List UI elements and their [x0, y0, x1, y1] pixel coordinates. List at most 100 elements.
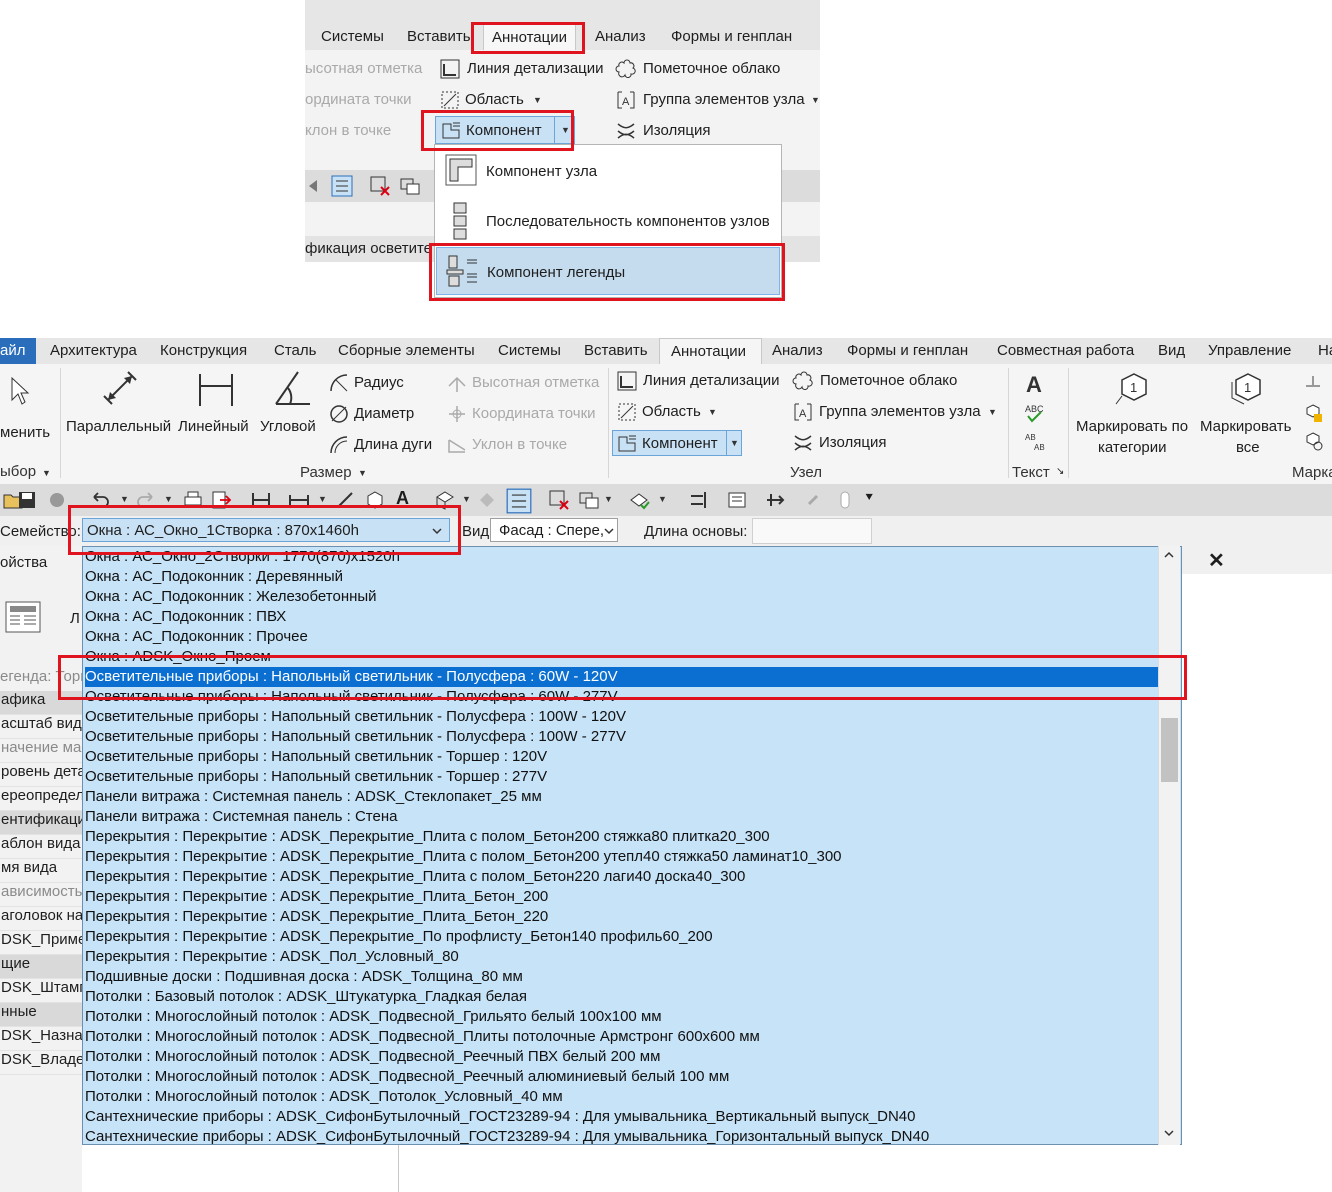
menu-item-detail-component[interactable]: Компонент узла [436, 147, 780, 195]
customize-toolbar-icon[interactable]: ⯆ [864, 490, 874, 506]
list-item[interactable]: Перекрытия : Перекрытие : ADSK_Перекрыти… [85, 927, 713, 947]
tab-insert[interactable]: Вставить [407, 28, 471, 45]
close-icon[interactable]: ✕ [1208, 548, 1225, 573]
detail-group-button-2[interactable]: A Группа элементов узла ▼ [792, 401, 998, 423]
tab-massing-site-2[interactable]: Формы и генплан [847, 342, 968, 359]
list-item[interactable]: Осветительные приборы : Напольный светил… [85, 747, 547, 767]
list-item[interactable]: Перекрытия : Перекрытие : ADSK_Перекрыти… [85, 867, 745, 887]
list-item[interactable]: Подшивные доски : Подшивная доска : ADSK… [85, 967, 523, 987]
list-item[interactable]: Перекрытия : Перекрытие : ADSK_Перекрыти… [85, 907, 548, 927]
chevron-down-icon[interactable]: ▼ [164, 494, 173, 504]
tag-all-button[interactable]: 1 Маркировать все [1198, 368, 1296, 460]
tab-systems-2[interactable]: Системы [498, 342, 561, 359]
list-item[interactable]: Перекрытия : Перекрытие : ADSK_Пол_Услов… [85, 947, 459, 967]
launcher-icon[interactable]: ↘ [1056, 466, 1064, 477]
component-dropdown-arrow[interactable]: ▼ [726, 431, 742, 455]
prop-row[interactable]: асштаб вид [0, 715, 82, 739]
family-type-list[interactable]: Окна : АС_Окно_2Створки : 1770(870)x1520… [82, 546, 1182, 1145]
angular-dimension-button[interactable]: Угловой [260, 368, 322, 438]
list-item[interactable]: Окна : АС_Подоконник : Деревянный [85, 567, 343, 587]
diameter-dimension-button[interactable]: Диаметр [328, 403, 438, 425]
prop-row[interactable]: ависимость [0, 883, 82, 907]
prop-row[interactable]: DSK_Владел [0, 1051, 82, 1075]
chevron-down-icon[interactable] [1163, 1128, 1175, 1138]
prop-row[interactable]: DSK_Назнач [0, 1027, 82, 1051]
tab-annotate-2[interactable]: Аннотации [659, 338, 762, 364]
tab-structure[interactable]: Конструкция [160, 342, 247, 359]
tab-add-ins[interactable]: На [1318, 342, 1332, 359]
arc-length-button[interactable]: Длина дуги [328, 434, 438, 456]
chevron-down-icon[interactable]: ▼ [318, 494, 327, 504]
align-icon[interactable] [688, 489, 710, 511]
region-button-2[interactable]: Область ▼ [616, 401, 726, 423]
tab-analyze[interactable]: Анализ [595, 28, 646, 45]
prop-row[interactable]: начение мас [0, 739, 82, 763]
chevron-down-icon[interactable]: ▼ [462, 494, 471, 504]
list-item[interactable]: Потолки : Многослойный потолок : ADSK_По… [85, 1007, 662, 1027]
list-item[interactable]: Потолки : Многослойный потолок : ADSK_По… [85, 1087, 563, 1107]
beam-annotation-icon[interactable] [1302, 372, 1324, 394]
list-item[interactable]: Окна : АС_Подоконник : Прочее [85, 627, 308, 647]
base-length-input[interactable] [752, 518, 872, 544]
list-item[interactable]: Осветительные приборы : Напольный светил… [85, 727, 626, 747]
tab-precast[interactable]: Сборные элементы [338, 342, 475, 359]
select-panel-title[interactable]: ыбор [0, 463, 36, 480]
tab-insert-2[interactable]: Вставить [584, 342, 648, 359]
tab-manage[interactable]: Управление [1208, 342, 1291, 359]
list-item[interactable]: Перекрытия : Перекрытие : ADSK_Перекрыти… [85, 887, 548, 907]
save-icon[interactable] [16, 489, 38, 511]
spot-slope-button-2[interactable]: Уклон в точке [446, 434, 606, 456]
move-icon[interactable] [764, 489, 786, 511]
prop-row[interactable]: аблон вида [0, 835, 82, 859]
aligned-dimension-button[interactable]: Параллельный [66, 368, 174, 438]
arrow-icon[interactable] [305, 175, 327, 197]
multi-category-tag-icon[interactable] [1302, 402, 1324, 424]
linear-dimension-button[interactable]: Линейный [178, 368, 256, 438]
switch-windows-icon[interactable] [578, 489, 600, 511]
prop-row[interactable]: ереопредел [0, 787, 82, 811]
section-icon[interactable] [476, 489, 498, 511]
visibility-icon[interactable] [628, 489, 650, 511]
detail-line-button-2[interactable]: Линия детализации [616, 370, 786, 392]
tag-by-category-button[interactable]: 1 Маркировать по категории [1074, 368, 1196, 460]
prop-row[interactable]: мя вида [0, 859, 82, 883]
spelling-icon[interactable]: ABC [1022, 402, 1048, 424]
thin-lines-icon[interactable] [331, 175, 353, 197]
insulation-button[interactable]: Изоляция [615, 120, 725, 142]
pin-icon[interactable] [834, 489, 856, 511]
dimension-panel-title[interactable]: Размер [300, 464, 352, 481]
close-hidden-icon[interactable] [548, 489, 570, 511]
chevron-down-icon[interactable]: ▼ [120, 494, 129, 504]
list-item[interactable]: Осветительные приборы : Напольный светил… [85, 767, 547, 787]
list-item[interactable]: Панели витража : Системная панель : ADSK… [85, 787, 542, 807]
view-select[interactable]: Фасад : Спере, [490, 518, 618, 542]
list-item[interactable]: Потолки : Многослойный потолок : ADSK_По… [85, 1027, 760, 1047]
list-item[interactable]: Окна : АС_Подоконник : ПВХ [85, 607, 286, 627]
tab-steel[interactable]: Сталь [274, 342, 316, 359]
tab-systems[interactable]: Системы [321, 28, 384, 45]
tab-massing-site[interactable]: Формы и генплан [671, 28, 792, 45]
list-item[interactable]: Сантехнические приборы : ADSK_СифонБутыл… [85, 1127, 929, 1144]
list-item[interactable]: Панели витража : Системная панель : Стен… [85, 807, 397, 827]
list-item[interactable]: Сантехнические приборы : ADSK_СифонБутыл… [85, 1107, 915, 1127]
link-icon[interactable] [802, 489, 824, 511]
file-tab[interactable]: айл [0, 338, 36, 364]
region-button[interactable]: Область ▼ [439, 89, 549, 111]
chevron-down-icon[interactable]: ▼ [604, 494, 613, 504]
radial-dimension-button[interactable]: Радиус [328, 372, 438, 394]
tab-architecture[interactable]: Архитектура [50, 342, 137, 359]
list-scrollbar[interactable] [1158, 546, 1180, 1145]
switch-windows-icon[interactable] [399, 175, 421, 197]
revision-cloud-button[interactable]: Пометочное облако [615, 58, 795, 80]
sync-icon[interactable] [46, 489, 68, 511]
detail-group-button[interactable]: A Группа элементов узла ▼ [615, 89, 820, 111]
prop-row[interactable]: DSK_Штамп [0, 979, 82, 1003]
scroll-thumb[interactable] [1161, 718, 1178, 782]
list-item[interactable]: Потолки : Многослойный потолок : ADSK_По… [85, 1067, 729, 1087]
chevron-down-icon[interactable]: ▼ [658, 494, 667, 504]
spot-elevation-button-2[interactable]: Высотная отметка [446, 372, 606, 394]
component-split-button-2[interactable]: Компонент ▼ [612, 430, 742, 456]
split-icon[interactable] [726, 489, 748, 511]
prop-row[interactable]: ровень дета [0, 763, 82, 787]
modify-button[interactable]: менить [0, 372, 56, 441]
